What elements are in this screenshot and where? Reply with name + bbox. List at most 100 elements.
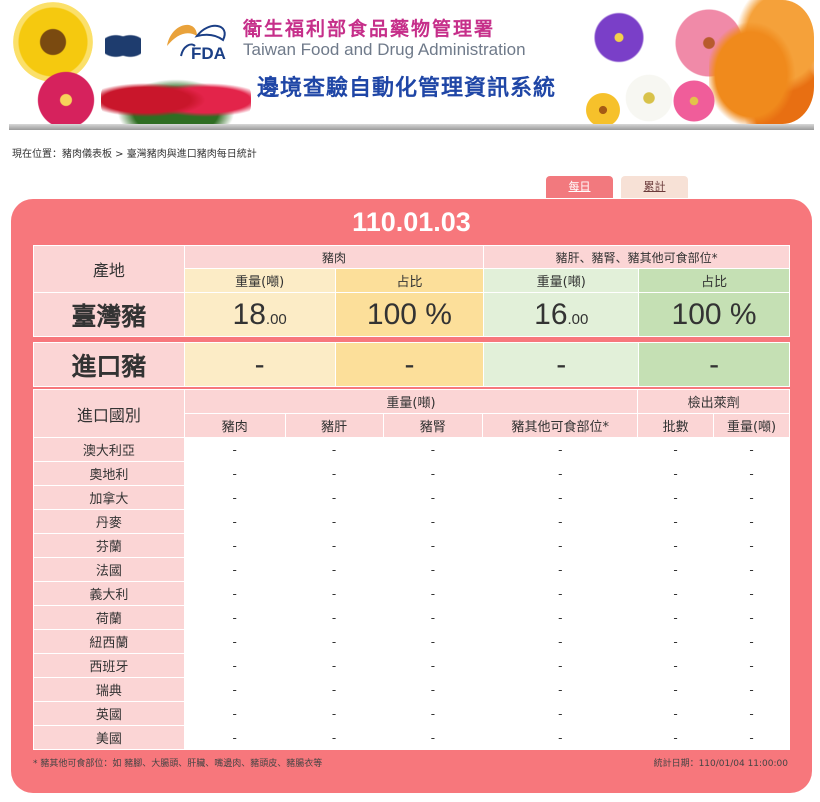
table-cell: - bbox=[482, 725, 639, 750]
table-cell: - bbox=[183, 605, 286, 630]
table-cell: - bbox=[482, 461, 639, 486]
agency-logo-area: FDA 衛生福利部食品藥物管理署 Taiwan Food and Drug Ad… bbox=[157, 10, 577, 101]
taiwan-offal-share: 100 % bbox=[638, 292, 790, 337]
table-cell: - bbox=[183, 677, 286, 702]
table-cell: - bbox=[284, 557, 384, 582]
table-row: 紐西蘭 - - - - - - bbox=[33, 629, 790, 654]
country-name: 紐西蘭 bbox=[33, 629, 185, 654]
tab-cumulative[interactable]: 累計 bbox=[621, 176, 688, 198]
table-cell: - bbox=[284, 605, 384, 630]
table-cell: - bbox=[713, 557, 790, 582]
pork-share-header: 占比 bbox=[334, 268, 485, 293]
table-cell: - bbox=[637, 461, 715, 486]
imported-pork-weight: - bbox=[183, 342, 336, 387]
country-name: 奧地利 bbox=[33, 461, 185, 486]
table-row: 義大利 - - - - - - bbox=[33, 581, 790, 606]
table-cell: - bbox=[482, 485, 639, 510]
table-cell: - bbox=[713, 509, 790, 534]
country-name: 英國 bbox=[33, 701, 185, 726]
taiwan-pork-share: 100 % bbox=[334, 292, 485, 337]
country-name: 美國 bbox=[33, 725, 185, 750]
table-cell: - bbox=[284, 485, 384, 510]
taiwan-pork-weight-dec: .00 bbox=[265, 310, 287, 328]
table-cell: - bbox=[482, 509, 639, 534]
table-cell: - bbox=[482, 581, 639, 606]
col-detected-weight: 重量(噸) bbox=[713, 413, 790, 438]
origin-header: 產地 bbox=[33, 245, 185, 293]
table-cell: - bbox=[382, 653, 484, 678]
imported-pig-label: 進口豬 bbox=[33, 342, 185, 387]
table-row: 荷蘭 - - - - - - bbox=[33, 605, 790, 630]
table-cell: - bbox=[637, 629, 715, 654]
country-name: 丹麥 bbox=[33, 509, 185, 534]
table-row: 美國 - - - - - - bbox=[33, 725, 790, 750]
fda-mark-text: FDA bbox=[191, 44, 226, 63]
imported-pork-share: - bbox=[334, 342, 485, 387]
table-cell: - bbox=[637, 605, 715, 630]
tab-daily[interactable]: 每日 bbox=[546, 176, 613, 198]
table-cell: - bbox=[284, 701, 384, 726]
col-other-offal: 豬其他可食部位* bbox=[482, 413, 639, 438]
table-cell: - bbox=[382, 629, 484, 654]
table-cell: - bbox=[382, 485, 484, 510]
offal-share-header: 占比 bbox=[638, 268, 790, 293]
table-cell: - bbox=[482, 629, 639, 654]
taiwan-pork-weight: 18.00 bbox=[183, 292, 336, 337]
agency-name-zh: 衛生福利部食品藥物管理署 bbox=[243, 18, 496, 40]
table-cell: - bbox=[183, 701, 286, 726]
table-cell: - bbox=[482, 677, 639, 702]
drug-group-header: 檢出萊劑 bbox=[637, 389, 790, 414]
table-row: 澳大利亞 - - - - - - bbox=[33, 437, 790, 462]
country-name: 法國 bbox=[33, 557, 185, 582]
statistics-date: 統計日期：110/01/04 11:00:00 bbox=[653, 759, 788, 769]
table-cell: - bbox=[284, 677, 384, 702]
table-cell: - bbox=[637, 677, 715, 702]
table-cell: - bbox=[382, 437, 484, 462]
country-name: 澳大利亞 bbox=[33, 437, 185, 462]
table-cell: - bbox=[482, 701, 639, 726]
pork-group-header: 豬肉 bbox=[183, 245, 485, 269]
table-cell: - bbox=[637, 509, 715, 534]
banner-divider bbox=[9, 124, 814, 130]
table-row: 西班牙 - - - - - - bbox=[33, 653, 790, 678]
table-cell: - bbox=[183, 485, 286, 510]
table-cell: - bbox=[713, 605, 790, 630]
table-cell: - bbox=[482, 557, 639, 582]
imported-offal-weight: - bbox=[483, 342, 640, 387]
white-flower-image bbox=[621, 72, 677, 124]
breadcrumb: 現在位置：豬肉儀表板 > 臺灣豬肉與進口豬肉每日統計 bbox=[12, 149, 257, 160]
table-cell: - bbox=[183, 557, 286, 582]
table-cell: - bbox=[183, 653, 286, 678]
imported-offal-share: - bbox=[638, 342, 790, 387]
country-name: 西班牙 bbox=[33, 653, 185, 678]
table-cell: - bbox=[284, 629, 384, 654]
table-row: 英國 - - - - - - bbox=[33, 701, 790, 726]
table-cell: - bbox=[637, 437, 715, 462]
country-name: 義大利 bbox=[33, 581, 185, 606]
country-header: 進口國別 bbox=[33, 389, 185, 438]
header-banner: FDA 衛生福利部食品藥物管理署 Taiwan Food and Drug Ad… bbox=[9, 0, 814, 130]
col-kidney: 豬腎 bbox=[382, 413, 484, 438]
table-row: 奧地利 - - - - - - bbox=[33, 461, 790, 486]
table-cell: - bbox=[382, 509, 484, 534]
table-cell: - bbox=[183, 437, 286, 462]
table-cell: - bbox=[637, 533, 715, 558]
table-cell: - bbox=[382, 677, 484, 702]
table-row: 加拿大 - - - - - - bbox=[33, 485, 790, 510]
table-cell: - bbox=[713, 437, 790, 462]
country-name: 加拿大 bbox=[33, 485, 185, 510]
table-row: 芬蘭 - - - - - - bbox=[33, 533, 790, 558]
purple-flower-image bbox=[589, 10, 649, 65]
table-cell: - bbox=[284, 461, 384, 486]
system-title: 邊境查驗自動化管理資訊系統 bbox=[257, 76, 557, 101]
table-cell: - bbox=[382, 461, 484, 486]
table-cell: - bbox=[183, 509, 286, 534]
col-liver: 豬肝 bbox=[284, 413, 384, 438]
sunflower-image bbox=[13, 2, 93, 82]
butterfly-icon bbox=[105, 34, 141, 64]
table-cell: - bbox=[382, 533, 484, 558]
table-row: 丹麥 - - - - - - bbox=[33, 509, 790, 534]
table-cell: - bbox=[382, 605, 484, 630]
table-cell: - bbox=[482, 437, 639, 462]
gerbera-image bbox=[31, 70, 101, 130]
